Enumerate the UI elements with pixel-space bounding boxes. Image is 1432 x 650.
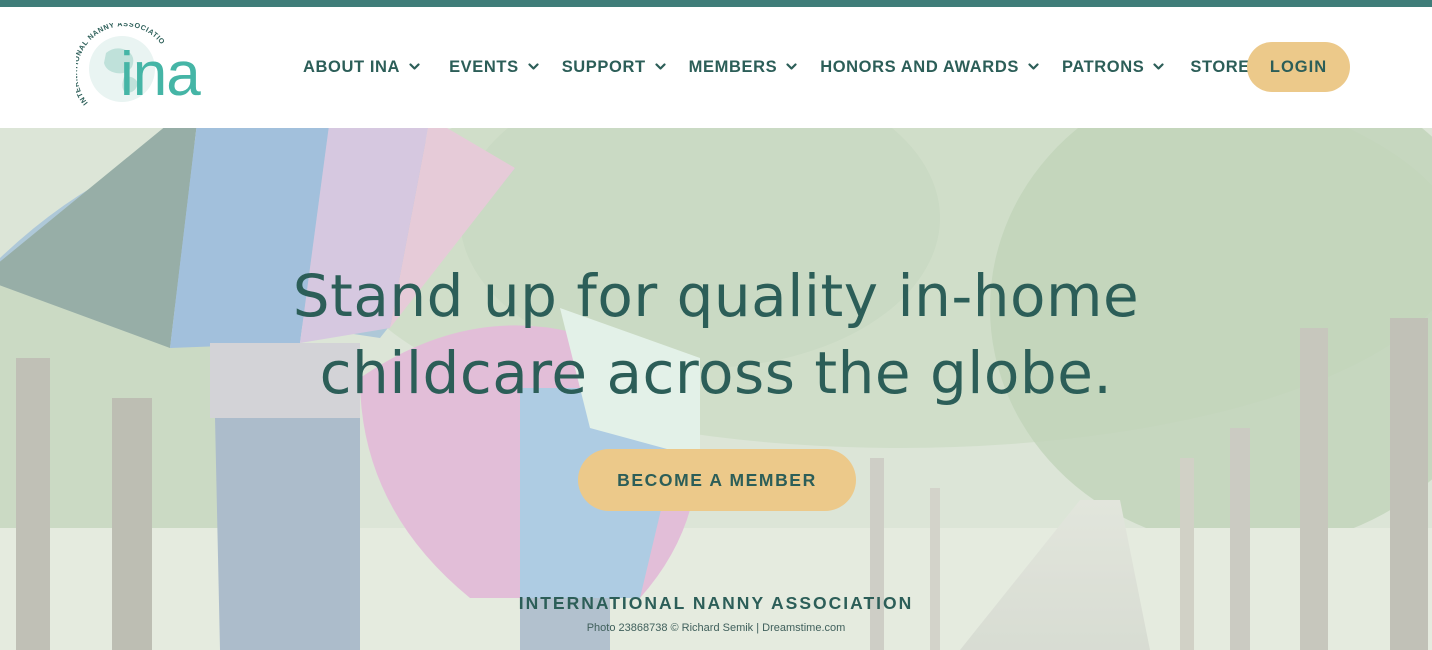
headline-line-2: childcare across the globe.: [319, 339, 1113, 407]
nav-item-members[interactable]: MEMBERS: [689, 47, 798, 87]
ina-logo[interactable]: INTERNATIONAL NANNY ASSOCIATION ina: [76, 23, 246, 115]
headline-line-1: Stand up for quality in-home: [292, 262, 1140, 330]
photo-credit: Photo 23868738 © Richard Semik | Dreamst…: [586, 622, 846, 634]
logo-wordmark: ina: [120, 40, 201, 109]
main-nav: ABOUT INA EVENTS SUPPORT MEMBERS HONORS …: [303, 47, 1250, 87]
login-button[interactable]: LOGIN: [1247, 42, 1350, 92]
top-accent-bar: [0, 0, 1432, 7]
nav-item-about-ina[interactable]: ABOUT INA: [303, 47, 420, 87]
hero-banner: Stand up for quality in-home childcare a…: [0, 128, 1432, 650]
nav-item-label: STORE: [1190, 57, 1250, 76]
hero-headline: Stand up for quality in-home childcare a…: [216, 258, 1216, 412]
chevron-down-icon: [1153, 63, 1164, 70]
nav-item-events[interactable]: EVENTS: [449, 47, 539, 87]
chevron-down-icon: [409, 63, 420, 70]
nav-item-label: MEMBERS: [688, 57, 778, 76]
nav-item-store[interactable]: STORE: [1190, 47, 1250, 87]
nav-item-label: HONORS AND AWARDS: [820, 57, 1019, 76]
become-a-member-button[interactable]: BECOME A MEMBER: [578, 449, 856, 511]
nav-item-patrons[interactable]: PATRONS: [1062, 47, 1164, 87]
organization-name: INTERNATIONAL NANNY ASSOCIATION: [518, 593, 914, 613]
nav-item-label: SUPPORT: [561, 57, 646, 76]
chevron-down-icon: [786, 63, 797, 70]
nav-item-label: ABOUT INA: [303, 57, 401, 76]
nav-item-label: EVENTS: [449, 57, 519, 76]
chevron-down-icon: [528, 63, 539, 70]
nav-item-label: PATRONS: [1061, 57, 1145, 76]
nav-item-support[interactable]: SUPPORT: [562, 47, 666, 87]
nav-item-honors-and-awards[interactable]: HONORS AND AWARDS: [820, 47, 1039, 87]
chevron-down-icon: [1028, 63, 1039, 70]
chevron-down-icon: [655, 63, 666, 70]
site-header: INTERNATIONAL NANNY ASSOCIATION ina ABOU…: [0, 7, 1432, 128]
